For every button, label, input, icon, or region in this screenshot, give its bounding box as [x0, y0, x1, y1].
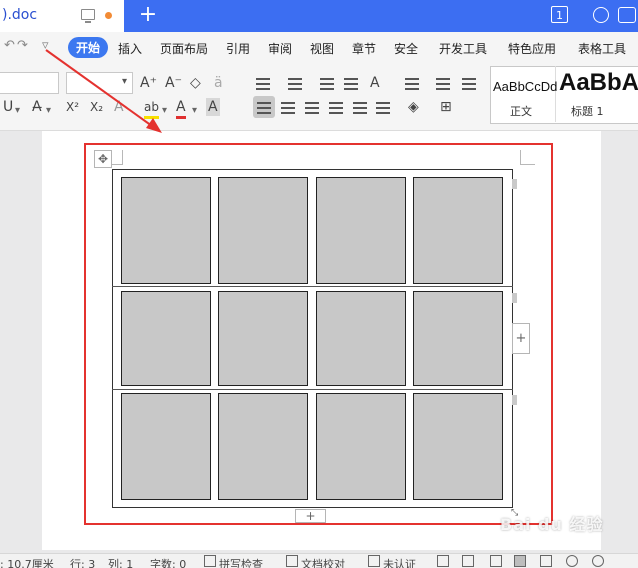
subscript-icon[interactable]: X₂: [90, 98, 103, 116]
superscript-icon[interactable]: X²: [66, 98, 79, 116]
highlight-icon[interactable]: ab: [144, 98, 159, 119]
chevron-down-icon[interactable]: ▾: [15, 102, 20, 120]
align-center-icon[interactable]: [281, 102, 295, 114]
borders-icon[interactable]: ⊞: [440, 98, 452, 116]
menu-tab-special-features[interactable]: 特色应用: [508, 40, 556, 57]
edit-icon[interactable]: [490, 555, 502, 567]
chevron-down-icon[interactable]: ▾: [46, 102, 51, 120]
style-heading1-sample[interactable]: AaBbA: [559, 69, 638, 97]
align-left-icon[interactable]: [257, 102, 271, 114]
style-normal-label[interactable]: 正文: [510, 103, 532, 119]
share-icon[interactable]: [618, 7, 636, 23]
menu-tab-home[interactable]: 开始: [68, 37, 109, 58]
focus-mode-icon[interactable]: [437, 555, 449, 567]
bullet-list-icon[interactable]: [256, 78, 270, 90]
menu-tab-table-tools[interactable]: 表格工具: [578, 40, 626, 57]
customize-quick-access-icon[interactable]: ▿: [42, 38, 49, 53]
menu-tab-developer[interactable]: 开发工具: [439, 40, 487, 57]
menu-tab-view[interactable]: 视图: [310, 40, 334, 57]
grow-font-icon[interactable]: A⁺: [140, 74, 157, 92]
styles-divider: [555, 66, 556, 122]
style-normal-sample[interactable]: AaBbCcDd: [493, 79, 557, 94]
annotation-highlight-box: [84, 143, 553, 525]
distributed-align-icon[interactable]: [353, 102, 367, 114]
status-row: 行: 3: [70, 558, 96, 568]
status-bar: : 10.7厘米 行: 3 列: 1 字数: 0 拼写检查 文档校对 未认证: [0, 553, 638, 568]
eye-protection-icon[interactable]: [592, 555, 604, 567]
menu-tab-review[interactable]: 审阅: [268, 40, 292, 57]
outline-view-icon[interactable]: [540, 555, 552, 567]
text-direction-icon[interactable]: A: [370, 74, 380, 92]
font-size-select[interactable]: ▾: [66, 72, 133, 94]
menu-tab-security[interactable]: 安全: [394, 40, 418, 57]
paragraph-marks-icon[interactable]: [462, 78, 476, 90]
chevron-down-icon[interactable]: ▾: [192, 102, 197, 120]
document-tab[interactable]: ).doc: [0, 0, 124, 32]
chevron-down-icon[interactable]: ▾: [162, 102, 167, 120]
menu-tab-page-layout[interactable]: 页面布局: [160, 40, 208, 57]
checkbox-icon[interactable]: [204, 555, 216, 567]
redo-icon[interactable]: ↷: [17, 38, 28, 53]
justify-icon[interactable]: [329, 102, 343, 114]
status-doc-proofread[interactable]: 文档校对: [301, 556, 345, 568]
ribbon-toolbar: ▾ A⁺ A⁻ ◇ ä U ▾ A̶ ▾ X² X₂ A ab ▾ A ▾ A …: [0, 62, 638, 131]
decrease-indent-icon[interactable]: [320, 78, 334, 90]
sort-icon[interactable]: [405, 78, 419, 90]
shrink-font-icon[interactable]: A⁻: [165, 74, 182, 92]
cloud-sync-icon[interactable]: [593, 7, 609, 23]
status-track-changes[interactable]: 未认证: [383, 556, 416, 568]
menu-tab-chapter[interactable]: 章节: [352, 40, 376, 57]
page-view-icon[interactable]: [514, 555, 526, 567]
shading-icon[interactable]: ◈: [408, 98, 419, 116]
read-mode-icon[interactable]: [462, 555, 474, 567]
chevron-down-icon: ▾: [121, 76, 127, 87]
menu-bar: ↶ ↷ ▿ 开始 插入 页面布局 引用 审阅 视图 章节 安全 开发工具 特色应…: [0, 32, 638, 62]
show-marks-icon[interactable]: [436, 78, 450, 90]
status-position: : 10.7厘米: [0, 558, 54, 568]
window-count-badge[interactable]: 1: [551, 6, 568, 23]
char-shading-icon[interactable]: A: [206, 98, 220, 116]
style-heading1-label[interactable]: 标题 1: [571, 103, 604, 119]
numbered-list-icon[interactable]: [288, 78, 302, 90]
undo-icon[interactable]: ↶: [4, 38, 15, 53]
line-spacing-icon[interactable]: [376, 102, 390, 114]
menu-tab-references[interactable]: 引用: [226, 40, 250, 57]
checkbox-icon[interactable]: [368, 555, 380, 567]
web-view-icon[interactable]: [566, 555, 578, 567]
status-column: 列: 1: [108, 558, 134, 568]
unsaved-dot-icon: [105, 12, 112, 19]
underline-icon[interactable]: U: [3, 98, 13, 116]
font-color-icon[interactable]: A: [176, 98, 186, 119]
title-bar: ).doc + 1: [0, 0, 638, 32]
status-spell-check[interactable]: 拼写检查: [219, 556, 263, 568]
increase-indent-icon[interactable]: [344, 78, 358, 90]
align-right-icon[interactable]: [305, 102, 319, 114]
strikethrough-icon[interactable]: A̶: [32, 98, 42, 116]
watermark-logo: Bai du 经验: [500, 515, 604, 534]
font-family-select[interactable]: [0, 72, 59, 94]
status-word-count[interactable]: 字数: 0: [150, 556, 186, 568]
text-effect-icon[interactable]: A: [114, 98, 124, 116]
clear-format-icon[interactable]: ◇: [190, 74, 201, 92]
phonetic-guide-icon[interactable]: ä: [214, 74, 223, 92]
new-tab-button[interactable]: +: [136, 3, 160, 27]
checkbox-icon[interactable]: [286, 555, 298, 567]
document-tab-title: ).doc: [2, 7, 38, 23]
menu-tab-insert[interactable]: 插入: [118, 40, 142, 57]
monitor-icon[interactable]: [81, 9, 95, 23]
